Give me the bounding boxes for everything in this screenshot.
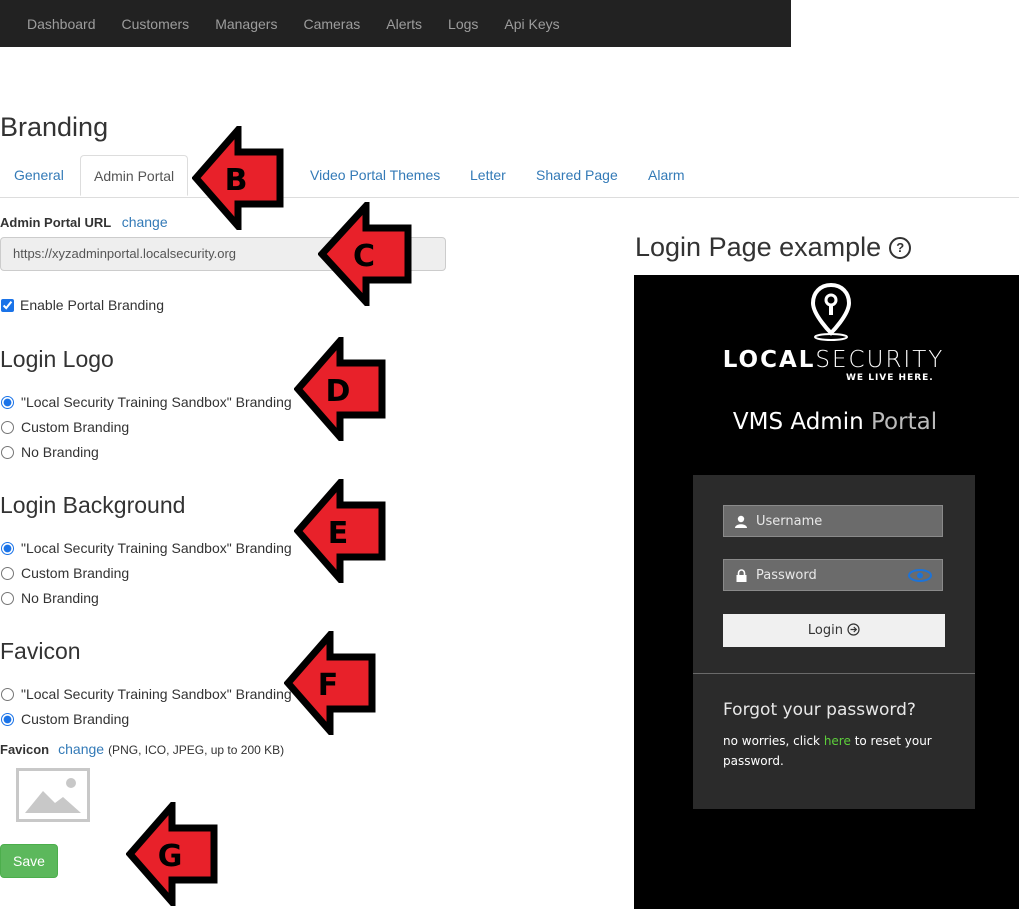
brand-wordmark: LOCALSECURITY (634, 347, 1019, 373)
password-field[interactable]: Password (723, 559, 943, 591)
brand-tagline: WE LIVE HERE. (846, 373, 934, 383)
eye-icon[interactable] (908, 569, 932, 582)
enable-branding-label: Enable Portal Branding (20, 297, 164, 313)
image-icon (19, 771, 87, 819)
tab-general[interactable]: General (14, 155, 64, 196)
favicon-radio-sandbox[interactable] (1, 687, 14, 701)
annotation-arrow-e: E (294, 479, 386, 583)
nav-dashboard[interactable]: Dashboard (0, 16, 109, 32)
annotation-arrow-g: G (126, 802, 218, 906)
brand-light: SECURITY (815, 347, 945, 373)
annotation-letter-f: F (318, 668, 339, 703)
tab-letter[interactable]: Letter (470, 155, 506, 196)
nav-managers[interactable]: Managers (202, 16, 290, 32)
login-bg-radio-sandbox[interactable] (1, 541, 14, 555)
nav-logs[interactable]: Logs (435, 16, 491, 32)
favicon-option-sandbox[interactable]: "Local Security Training Sandbox" Brandi… (0, 686, 292, 702)
password-placeholder: Password (756, 567, 817, 583)
login-bg-option-label: No Branding (21, 590, 99, 606)
login-logo-radio-sandbox[interactable] (1, 395, 14, 409)
login-bg-option-label: "Local Security Training Sandbox" Brandi… (21, 540, 292, 556)
login-bg-option-label: Custom Branding (21, 565, 130, 581)
annotation-letter-b: B (225, 163, 248, 198)
login-logo-option-custom[interactable]: Custom Branding (0, 419, 129, 435)
tab-alarm[interactable]: Alarm (648, 155, 685, 196)
username-field[interactable]: Username (723, 505, 943, 537)
admin-url-label-row: Admin Portal URL change (0, 214, 168, 232)
portal-title-light: Portal (871, 409, 938, 435)
preview-title-text: Login Page example (635, 232, 882, 262)
login-page-preview: LOCALSECURITY WE LIVE HERE. VMS Admin Po… (634, 275, 1019, 909)
enable-branding-row[interactable]: Enable Portal Branding (0, 297, 164, 313)
login-logo-option-none[interactable]: No Branding (0, 444, 99, 460)
login-logo-radio-none[interactable] (1, 445, 14, 459)
admin-url-change-link[interactable]: change (122, 214, 168, 230)
tab-admin-portal[interactable]: Admin Portal (80, 155, 189, 196)
portal-title: VMS Admin Portal (634, 409, 1019, 435)
brand-bold: LOCAL (722, 347, 816, 373)
user-icon (734, 514, 748, 528)
favicon-option-label: "Local Security Training Sandbox" Brandi… (21, 686, 292, 702)
favicon-image-placeholder[interactable] (16, 768, 90, 822)
login-logo-option-label: Custom Branding (21, 419, 130, 435)
page-title: Branding (0, 112, 109, 142)
annotation-letter-c: C (353, 239, 375, 274)
login-bg-radio-custom[interactable] (1, 566, 14, 580)
annotation-arrow-d: D (294, 337, 386, 441)
location-pin-icon (811, 283, 851, 341)
annotation-letter-g: G (158, 839, 183, 874)
login-logo-option-label: No Branding (21, 444, 99, 460)
username-placeholder: Username (756, 513, 823, 529)
login-background-heading: Login Background (0, 492, 186, 518)
favicon-radio-custom[interactable] (1, 712, 14, 726)
admin-url-label: Admin Portal URL (0, 215, 112, 230)
forgot-password-title: Forgot your password? (723, 700, 916, 720)
login-logo-option-label: "Local Security Training Sandbox" Brandi… (21, 394, 292, 410)
enable-branding-checkbox[interactable] (1, 298, 14, 312)
login-button[interactable]: Login (723, 614, 945, 647)
login-bg-option-none[interactable]: No Branding (0, 590, 99, 606)
annotation-letter-e: E (328, 516, 349, 551)
tab-shared-page[interactable]: Shared Page (536, 155, 618, 196)
reset-password-link[interactable]: here (824, 734, 851, 748)
login-divider (693, 673, 975, 674)
login-box: Username Password Login Forgot your pass… (693, 475, 975, 809)
login-bg-option-custom[interactable]: Custom Branding (0, 565, 129, 581)
favicon-field-label: Favicon (0, 742, 50, 757)
favicon-heading: Favicon (0, 638, 81, 664)
login-button-label: Login (807, 623, 843, 638)
favicon-hint: (PNG, ICO, JPEG, up to 200 KB) (108, 743, 285, 757)
login-logo-radio-custom[interactable] (1, 420, 14, 434)
annotation-letter-d: D (326, 374, 351, 409)
save-button[interactable]: Save (0, 844, 58, 878)
nav-customers[interactable]: Customers (109, 16, 203, 32)
favicon-field-row: Favicon change (PNG, ICO, JPEG, up to 20… (0, 741, 284, 757)
login-logo-option-sandbox[interactable]: "Local Security Training Sandbox" Brandi… (0, 394, 292, 410)
arrow-circle-right-icon (847, 623, 860, 636)
branding-tabs: General Admin Portal Video Portal Themes… (0, 155, 1019, 198)
annotation-arrow-b: B (192, 126, 284, 230)
question-circle-icon[interactable]: ? (889, 236, 912, 259)
annotation-arrow-f: F (284, 631, 376, 735)
top-navbar: Dashboard Customers Managers Cameras Ale… (0, 0, 791, 47)
favicon-change-link[interactable]: change (58, 741, 104, 757)
nav-cameras[interactable]: Cameras (290, 16, 373, 32)
nav-api-keys[interactable]: Api Keys (491, 16, 572, 32)
forgot-text-pre: no worries, click (723, 734, 820, 748)
login-bg-option-sandbox[interactable]: "Local Security Training Sandbox" Brandi… (0, 540, 292, 556)
annotation-arrow-c: C (318, 202, 412, 306)
preview-title: Login Page example ? (635, 232, 912, 263)
login-logo-heading: Login Logo (0, 346, 114, 372)
tab-video-portal-themes[interactable]: Video Portal Themes (310, 155, 440, 196)
portal-title-main: VMS Admin (732, 409, 864, 435)
forgot-password-text: no worries, click here to reset your pas… (723, 731, 953, 771)
lock-icon (734, 568, 748, 582)
favicon-option-label: Custom Branding (21, 711, 130, 727)
login-bg-radio-none[interactable] (1, 591, 14, 605)
favicon-option-custom[interactable]: Custom Branding (0, 711, 129, 727)
nav-alerts[interactable]: Alerts (373, 16, 435, 32)
